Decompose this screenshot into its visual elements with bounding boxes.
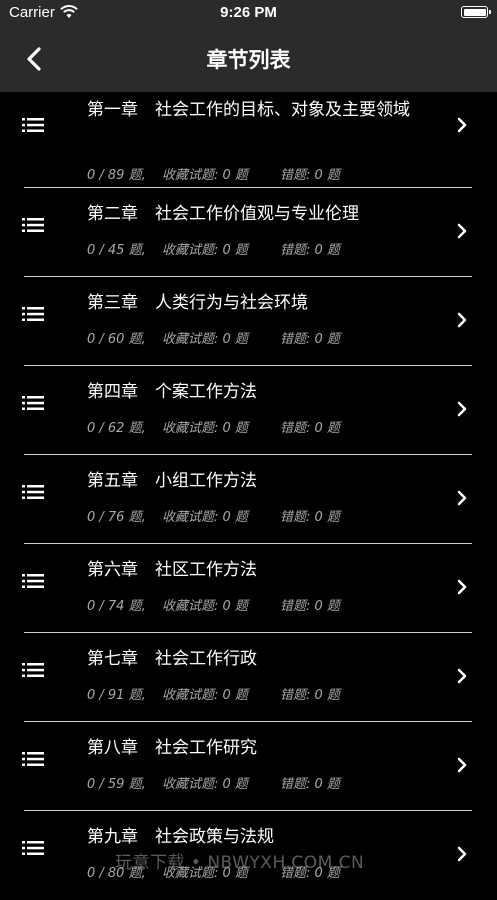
chapter-title: 第八章 社会工作研究	[87, 738, 257, 758]
chapter-row-5[interactable]: 第五章 小组工作方法 0 / 76 题, 收藏试题: 0 题 错题: 0 题	[0, 455, 497, 544]
chapter-favorites: 收藏试题: 0 题	[162, 168, 248, 183]
chapter-row-4[interactable]: 第四章 个案工作方法 0 / 62 题, 收藏试题: 0 题 错题: 0 题	[0, 366, 497, 455]
chapter-title: 第四章 个案工作方法	[87, 382, 257, 402]
chapter-row-7[interactable]: 第七章 社会工作行政 0 / 91 题, 收藏试题: 0 题 错题: 0 题	[0, 633, 497, 722]
chapter-errors: 错题: 0 题	[280, 168, 340, 183]
chapter-title: 第五章 小组工作方法	[87, 471, 257, 491]
chevron-right-icon	[457, 401, 467, 417]
chapter-errors: 错题: 0 题	[280, 332, 340, 347]
chapter-progress: 0 / 74 题,	[87, 599, 146, 614]
chapter-row-3[interactable]: 第三章 人类行为与社会环境 0 / 60 题, 收藏试题: 0 题 错题: 0 …	[0, 277, 497, 366]
chapter-favorites: 收藏试题: 0 题	[162, 332, 248, 347]
list-icon	[22, 396, 44, 410]
navigation-bar: 章节列表	[0, 26, 497, 92]
chapter-favorites: 收藏试题: 0 题	[162, 777, 248, 792]
chapter-progress: 0 / 89 题,	[87, 168, 146, 183]
list-icon	[22, 663, 44, 677]
chapter-progress: 0 / 91 题,	[87, 688, 146, 703]
chevron-right-icon	[457, 668, 467, 684]
chapter-errors: 错题: 0 题	[280, 777, 340, 792]
list-icon	[22, 841, 44, 855]
chapter-title: 第六章 社区工作方法	[87, 560, 257, 580]
list-icon	[22, 485, 44, 499]
chevron-right-icon	[457, 312, 467, 328]
chevron-right-icon	[457, 579, 467, 595]
chevron-right-icon	[457, 846, 467, 862]
chapter-errors: 错题: 0 题	[280, 688, 340, 703]
chapter-progress: 0 / 62 题,	[87, 421, 146, 436]
chevron-right-icon	[457, 490, 467, 506]
battery-icon	[461, 6, 491, 18]
chevron-right-icon	[457, 117, 467, 133]
watermark: 玩意下载 • NBWYXH.COM.CN	[115, 853, 365, 873]
list-icon	[22, 307, 44, 321]
chapter-favorites: 收藏试题: 0 题	[162, 510, 248, 525]
chapter-title: 第二章 社会工作价值观与专业伦理	[87, 204, 359, 224]
chapter-favorites: 收藏试题: 0 题	[162, 243, 248, 258]
list-icon	[22, 218, 44, 232]
page-title: 章节列表	[206, 48, 291, 72]
chapter-errors: 错题: 0 题	[280, 243, 340, 258]
chevron-right-icon	[457, 223, 467, 239]
chapter-favorites: 收藏试题: 0 题	[162, 421, 248, 436]
chapter-favorites: 收藏试题: 0 题	[162, 599, 248, 614]
list-icon	[22, 574, 44, 588]
chapter-title: 第一章 社会工作的目标、对象及主要领域	[87, 100, 410, 120]
chapter-progress: 0 / 45 题,	[87, 243, 146, 258]
chapter-title: 第九章 社会政策与法规	[87, 827, 274, 847]
chapter-row-1[interactable]: 第一章 社会工作的目标、对象及主要领域 0 / 89 题, 收藏试题: 0 题 …	[0, 92, 497, 188]
chapter-row-6[interactable]: 第六章 社区工作方法 0 / 74 题, 收藏试题: 0 题 错题: 0 题	[0, 544, 497, 633]
chapter-row-2[interactable]: 第二章 社会工作价值观与专业伦理 0 / 45 题, 收藏试题: 0 题 错题:…	[0, 188, 497, 277]
status-time: 9:26 PM	[220, 4, 277, 21]
chapter-progress: 0 / 59 题,	[87, 777, 146, 792]
chapter-errors: 错题: 0 题	[280, 599, 340, 614]
chapter-favorites: 收藏试题: 0 题	[162, 688, 248, 703]
list-icon	[22, 118, 44, 132]
chapter-errors: 错题: 0 题	[280, 421, 340, 436]
list-icon	[22, 752, 44, 766]
chapter-progress: 0 / 76 题,	[87, 510, 146, 525]
chevron-right-icon	[457, 757, 467, 773]
chapter-list: 第一章 社会工作的目标、对象及主要领域 0 / 89 题, 收藏试题: 0 题 …	[0, 92, 497, 900]
chapter-progress: 0 / 60 题,	[87, 332, 146, 347]
chapter-row-8[interactable]: 第八章 社会工作研究 0 / 59 题, 收藏试题: 0 题 错题: 0 题	[0, 722, 497, 811]
chapter-title: 第七章 社会工作行政	[87, 649, 257, 669]
chapter-title: 第三章 人类行为与社会环境	[87, 293, 308, 313]
chapter-errors: 错题: 0 题	[280, 510, 340, 525]
status-bar: Carrier 9:26 PM	[0, 0, 497, 26]
